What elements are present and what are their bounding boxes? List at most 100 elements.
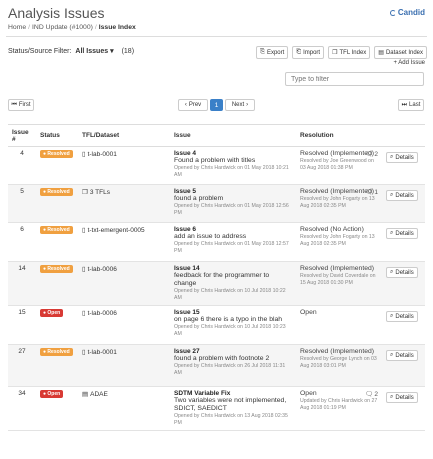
tfl-label: t-lab-0006 xyxy=(87,265,117,273)
status-label: Resolved xyxy=(47,266,70,272)
comment-count[interactable]: 🗨 2 xyxy=(365,390,378,399)
resolution-status: Resolved (Implemented) xyxy=(300,265,375,272)
table-row[interactable]: 4 ● Resolved ▯ t-lab-0001 Issue 4 Found a pro… xyxy=(8,146,425,185)
document-icon: ▯ xyxy=(82,227,86,234)
first-label: First xyxy=(18,102,31,108)
logo-text: Candid xyxy=(397,8,425,17)
actions-cell: ⌕ Details xyxy=(382,386,425,431)
issue-meta: Opened by Chris Hardwick on 10 Jul 2018 … xyxy=(174,324,286,337)
issue-title[interactable]: Issue 4 xyxy=(174,150,292,157)
details-button[interactable]: ⌕ Details xyxy=(386,152,418,163)
resolution-cell: Resolved (Implemented) Resolved by George… xyxy=(296,344,382,387)
issue-title[interactable]: Issue 14 xyxy=(174,265,292,272)
issue-meta: Opened by Chris Hardwick on 10 Jul 2018 … xyxy=(174,288,286,301)
details-label: Details xyxy=(395,192,414,199)
header-issue[interactable]: Issue xyxy=(170,124,296,147)
tfl-link[interactable]: ▤ ADAE xyxy=(82,390,166,399)
details-button[interactable]: ⌕ Details xyxy=(386,350,418,361)
tfl-link[interactable]: ▯ t-lab-0006 xyxy=(82,265,166,274)
tfl-link[interactable]: ▯ t-lab-0001 xyxy=(82,348,166,357)
prev-page-button[interactable]: ‹ Prev xyxy=(178,99,208,111)
details-button[interactable]: ⌕ Details xyxy=(386,267,418,278)
actions-cell: ⌕ Details xyxy=(382,184,425,223)
actions-cell: ⌕ Details xyxy=(382,305,425,345)
resolution-meta: Resolved by John Fogarty on 13 Aug 2018 … xyxy=(300,234,375,247)
table-row[interactable]: 5 ● Resolved ❐ 3 TFLs Issue 5 found a problem… xyxy=(8,184,425,223)
issue-meta: Opened by Chris Hardwick on 13 Aug 2018 … xyxy=(174,413,288,426)
tfl-link[interactable]: ❐ 3 TFLs xyxy=(82,188,166,197)
issue-title[interactable]: Issue 15 xyxy=(174,309,292,316)
issue-number: 27 xyxy=(8,344,36,387)
issue-number: 15 xyxy=(8,305,36,345)
tfl-link[interactable]: ▯ t-lab-0006 xyxy=(82,309,166,318)
tfl-link[interactable]: ▯ t-lab-0001 xyxy=(82,150,166,159)
issue-number: 34 xyxy=(8,386,36,431)
breadcrumb-separator: / xyxy=(28,24,31,31)
tfl-cell: ▯ t-txt-emergent-0005 xyxy=(78,222,170,262)
issue-title[interactable]: SDTM Variable Fix xyxy=(174,390,292,397)
resolution-status: Resolved (Implemented) xyxy=(300,348,375,355)
add-issue-link[interactable]: + Add Issue xyxy=(393,60,425,66)
issue-description: Two variables were not implemented, SDIC… xyxy=(174,397,287,412)
issue-meta: Opened by Chris Hardwick on 01 May 2018 … xyxy=(174,241,289,254)
status-label: Open xyxy=(47,310,61,316)
tfl-label: t-lab-0001 xyxy=(87,348,117,356)
comment-count[interactable]: 🗨 1 xyxy=(365,188,378,197)
resolution-meta: Updated by Chris Hardwick on 27 Aug 2018… xyxy=(300,398,378,411)
details-label: Details xyxy=(395,352,414,359)
issue-cell: Issue 14 feedback for the programmer to c… xyxy=(170,261,296,306)
filter-label: Status/Source Filter: xyxy=(8,47,72,55)
tfl-cell: ▯ t-lab-0006 xyxy=(78,305,170,345)
tfl-link[interactable]: ▯ t-txt-emergent-0005 xyxy=(82,226,166,235)
details-button[interactable]: ⌕ Details xyxy=(386,392,418,403)
header-issue-num[interactable]: Issue # xyxy=(8,124,36,147)
header-resolution[interactable]: Resolution xyxy=(296,124,382,147)
comment-count[interactable]: 🗨 2 xyxy=(365,150,378,159)
table-row[interactable]: 27 ● Resolved ▯ t-lab-0001 Issue 27 found a p… xyxy=(8,344,425,387)
status-cell: ● Open xyxy=(36,386,78,431)
comment-icon: 🗨 xyxy=(365,391,374,398)
header-status[interactable]: Status xyxy=(36,124,78,147)
dataset-index-button[interactable]: ▤ Dataset Index xyxy=(374,46,427,59)
search-icon: ⌕ xyxy=(390,352,394,358)
details-button[interactable]: ⌕ Details xyxy=(386,228,418,239)
last-label: Last xyxy=(409,102,421,108)
search-input[interactable] xyxy=(285,72,424,86)
details-label: Details xyxy=(395,154,414,161)
breadcrumb-home[interactable]: Home xyxy=(8,24,26,31)
filter-dropdown[interactable]: All Issues ▾ xyxy=(75,47,113,55)
issue-description: found a problem with footnote 2 xyxy=(174,355,270,362)
tfl-index-button[interactable]: ❐ TFL Index xyxy=(328,46,371,59)
tfl-label: t-txt-emergent-0005 xyxy=(87,226,145,234)
first-page-button[interactable]: ⏮ First xyxy=(8,99,34,111)
page-number-button[interactable]: 1 xyxy=(210,99,223,111)
table-row[interactable]: 34 ● Open ▤ ADAE SDTM Variable Fix Two variab… xyxy=(8,386,425,431)
tfl-label: t-lab-0001 xyxy=(87,150,117,158)
last-page-button[interactable]: ⏭ Last xyxy=(398,99,424,111)
next-label: Next xyxy=(231,102,245,108)
details-button[interactable]: ⌕ Details xyxy=(386,311,418,322)
document-icon: ▯ xyxy=(82,349,86,356)
details-button[interactable]: ⌕ Details xyxy=(386,190,418,201)
header-divider xyxy=(6,36,427,37)
header-tfl[interactable]: TFL/Dataset xyxy=(78,124,170,147)
candid-logo[interactable]: Candid xyxy=(389,8,425,17)
breadcrumb-project[interactable]: IND Update (#1000) xyxy=(32,24,93,31)
next-page-button[interactable]: Next › xyxy=(225,99,255,111)
table-row[interactable]: 15 ● Open ▯ t-lab-0006 Issue 15 on page 6 the… xyxy=(8,305,425,345)
issue-title[interactable]: Issue 27 xyxy=(174,348,292,355)
import-button[interactable]: ⎗ Import xyxy=(292,46,325,59)
header-actions xyxy=(382,124,425,147)
table-row[interactable]: 6 ● Resolved ▯ t-txt-emergent-0005 Issue 6 ad… xyxy=(8,222,425,262)
issue-title[interactable]: Issue 5 xyxy=(174,188,292,195)
issue-meta: Opened by Chris Hardwick on 01 May 2018 … xyxy=(174,203,289,216)
status-cell: ● Resolved xyxy=(36,184,78,223)
table-row[interactable]: 14 ● Resolved ▯ t-lab-0006 Issue 14 feedback … xyxy=(8,261,425,306)
status-label: Resolved xyxy=(47,189,70,195)
search-icon: ⌕ xyxy=(390,394,394,400)
issue-title[interactable]: Issue 6 xyxy=(174,226,292,233)
export-button[interactable]: ⎘ Export xyxy=(256,46,289,59)
status-badge: ● Resolved xyxy=(40,188,73,196)
status-label: Resolved xyxy=(47,151,70,157)
resolution-cell: Resolved (No Action) Resolved by John Fog… xyxy=(296,222,382,262)
